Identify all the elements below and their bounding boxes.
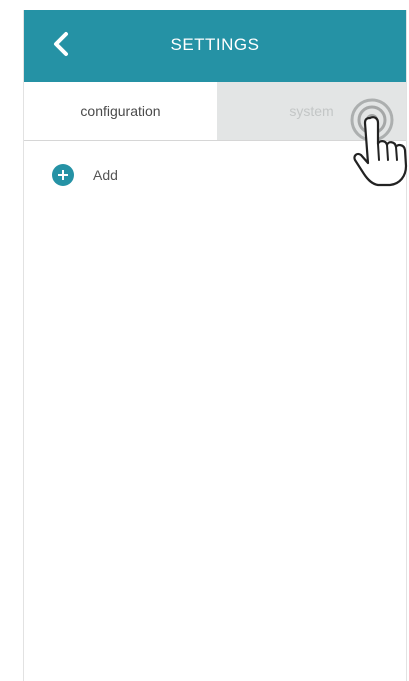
app-header: SETTINGS [24, 10, 406, 82]
app-stage: SETTINGS configuration system Add [0, 0, 409, 681]
tab-configuration-label: configuration [80, 103, 161, 119]
tap-hand-icon [353, 116, 408, 187]
page-title: SETTINGS [170, 35, 260, 54]
add-label: Add [93, 167, 118, 183]
tab-configuration[interactable]: configuration [24, 82, 217, 140]
tab-system-label: system [289, 103, 334, 119]
add-button[interactable]: Add [52, 164, 118, 186]
plus-circle-icon [52, 164, 74, 186]
